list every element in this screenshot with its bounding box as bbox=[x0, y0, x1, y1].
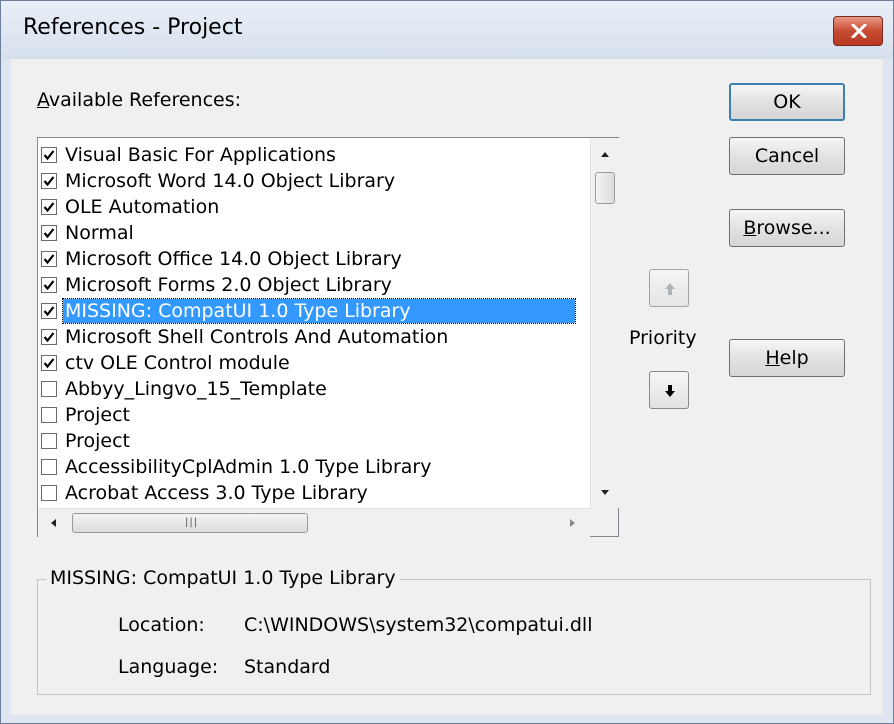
reference-checkbox[interactable] bbox=[41, 381, 57, 397]
checkmark-icon bbox=[43, 176, 55, 187]
location-value: C:\WINDOWS\system32\compatui.dll bbox=[244, 614, 593, 636]
reference-checkbox[interactable] bbox=[41, 485, 57, 501]
reference-checkbox[interactable] bbox=[41, 225, 57, 241]
reference-item[interactable]: AccessibilityCplAdmin 1.0 Type Library bbox=[41, 454, 585, 480]
arrow-down-icon bbox=[665, 385, 675, 397]
checkmark-icon bbox=[43, 228, 55, 239]
language-value: Standard bbox=[244, 656, 331, 678]
priority-up-button[interactable] bbox=[649, 269, 689, 307]
scroll-down-icon bbox=[601, 490, 609, 495]
reference-label: ctv OLE Control module bbox=[65, 352, 290, 374]
reference-checkbox[interactable] bbox=[41, 407, 57, 423]
language-label: Language: bbox=[118, 656, 219, 678]
grip-icon: ||| bbox=[185, 517, 199, 528]
available-references-list[interactable]: Visual Basic For Applications Microsoft W… bbox=[37, 137, 619, 537]
ok-button[interactable]: OK bbox=[729, 83, 845, 121]
scroll-right-button[interactable] bbox=[560, 509, 584, 537]
checkmark-icon bbox=[43, 202, 55, 213]
reference-checkbox[interactable] bbox=[41, 277, 57, 293]
references-list-items: Visual Basic For Applications Microsoft W… bbox=[38, 138, 590, 508]
cancel-button[interactable]: Cancel bbox=[729, 137, 845, 175]
checkmark-icon bbox=[43, 150, 55, 161]
reference-item[interactable]: Microsoft Forms 2.0 Object Library bbox=[41, 272, 585, 298]
scrollbar-corner bbox=[590, 508, 618, 536]
reference-item[interactable]: Normal bbox=[41, 220, 585, 246]
scroll-down-button[interactable] bbox=[591, 480, 619, 504]
reference-checkbox[interactable] bbox=[41, 329, 57, 345]
location-label: Location: bbox=[118, 614, 205, 636]
reference-item[interactable]: OLE Automation bbox=[41, 194, 585, 220]
reference-item[interactable]: Microsoft Shell Controls And Automation bbox=[41, 324, 585, 350]
reference-label: Visual Basic For Applications bbox=[65, 144, 336, 166]
reference-item[interactable]: Project bbox=[41, 428, 585, 454]
reference-item[interactable]: Microsoft Word 14.0 Object Library bbox=[41, 168, 585, 194]
checkmark-icon bbox=[43, 332, 55, 343]
reference-label: Project bbox=[65, 430, 131, 452]
reference-label: OLE Automation bbox=[65, 196, 220, 218]
reference-label: MISSING: CompatUI 1.0 Type Library bbox=[62, 298, 576, 324]
horizontal-scroll-thumb[interactable]: ||| bbox=[72, 513, 308, 533]
reference-checkbox[interactable] bbox=[41, 147, 57, 163]
checkmark-icon bbox=[43, 254, 55, 265]
reference-details-group: MISSING: CompatUI 1.0 Type Library Locat… bbox=[37, 567, 871, 695]
reference-item[interactable]: Abbyy_Lingvo_15_Template bbox=[41, 376, 585, 402]
reference-label: Microsoft Word 14.0 Object Library bbox=[65, 170, 396, 192]
vertical-scrollbar[interactable] bbox=[590, 138, 619, 508]
reference-checkbox[interactable] bbox=[41, 199, 57, 215]
reference-checkbox[interactable] bbox=[41, 433, 57, 449]
reference-label: Project bbox=[65, 404, 131, 426]
reference-checkbox[interactable] bbox=[41, 173, 57, 189]
available-references-label: Available References: bbox=[37, 89, 242, 111]
title-bar[interactable]: References - Project bbox=[1, 1, 893, 59]
reference-item[interactable]: MISSING: CompatUI 1.0 Type Library bbox=[41, 298, 585, 324]
reference-label: AccessibilityCplAdmin 1.0 Type Library bbox=[65, 456, 432, 478]
scroll-up-button[interactable] bbox=[591, 142, 619, 166]
dialog-client: Available References: Visual Basic For A… bbox=[11, 59, 883, 715]
priority-label: Priority bbox=[629, 327, 697, 349]
reference-label: Normal bbox=[65, 222, 134, 244]
reference-checkbox[interactable] bbox=[41, 355, 57, 371]
reference-item[interactable]: ctv OLE Control module bbox=[41, 350, 585, 376]
dialog-title: References - Project bbox=[23, 15, 243, 40]
reference-label: Microsoft Shell Controls And Automation bbox=[65, 326, 449, 348]
priority-down-button[interactable] bbox=[649, 371, 689, 409]
checkmark-icon bbox=[43, 358, 55, 369]
reference-label: Microsoft Forms 2.0 Object Library bbox=[65, 274, 392, 296]
reference-label: Acrobat Access 3.0 Type Library bbox=[65, 482, 368, 504]
arrow-up-icon bbox=[665, 283, 675, 295]
scroll-right-icon bbox=[570, 519, 575, 527]
reference-item[interactable]: Microsoft Office 14.0 Object Library bbox=[41, 246, 585, 272]
checkmark-icon bbox=[43, 306, 55, 317]
horizontal-scrollbar[interactable]: ||| bbox=[38, 508, 590, 537]
reference-item[interactable]: Acrobat Access 3.0 Type Library bbox=[41, 480, 585, 506]
reference-checkbox[interactable] bbox=[41, 303, 57, 319]
vertical-scroll-thumb[interactable] bbox=[595, 172, 615, 204]
close-icon bbox=[851, 24, 867, 38]
reference-item[interactable]: Visual Basic For Applications bbox=[41, 142, 585, 168]
checkmark-icon bbox=[43, 280, 55, 291]
reference-label: Abbyy_Lingvo_15_Template bbox=[65, 378, 327, 400]
scroll-up-icon bbox=[601, 152, 609, 157]
reference-checkbox[interactable] bbox=[41, 251, 57, 267]
reference-checkbox[interactable] bbox=[41, 459, 57, 475]
scroll-left-button[interactable] bbox=[42, 509, 66, 537]
reference-label: Microsoft Office 14.0 Object Library bbox=[65, 248, 402, 270]
reference-item[interactable]: Project bbox=[41, 402, 585, 428]
references-dialog: References - Project Available Reference… bbox=[0, 0, 894, 724]
close-button[interactable] bbox=[833, 16, 883, 46]
scroll-left-icon bbox=[51, 519, 56, 527]
browse-button[interactable]: Browse... bbox=[729, 209, 845, 247]
help-button[interactable]: Help bbox=[729, 339, 845, 377]
details-title: MISSING: CompatUI 1.0 Type Library bbox=[46, 567, 400, 589]
